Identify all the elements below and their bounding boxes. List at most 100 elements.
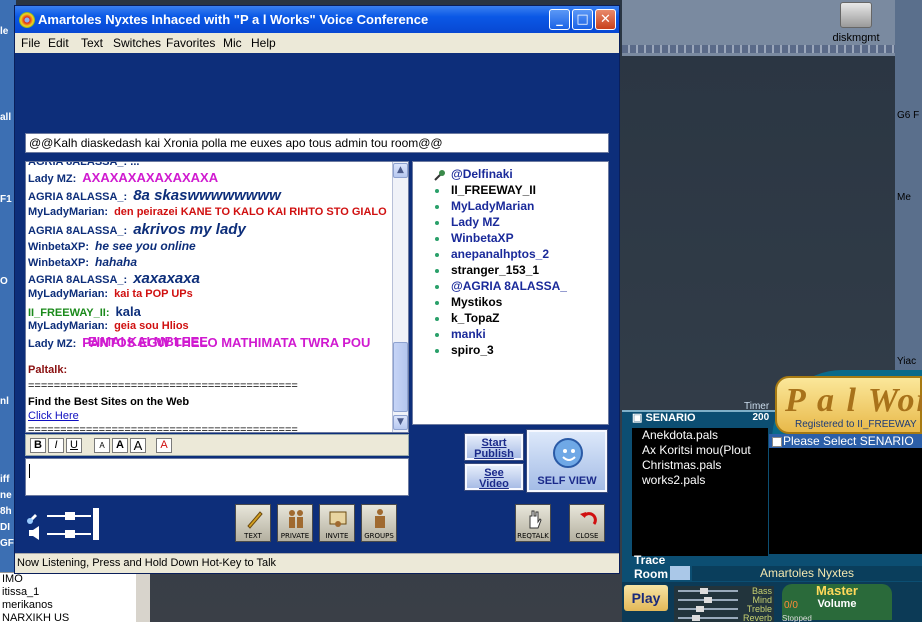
- senario-select-option[interactable]: Please Select SENARIO: [769, 434, 922, 448]
- groups-button[interactable]: GROUPS: [361, 504, 397, 542]
- user-list-item[interactable]: Lady MZ: [413, 214, 608, 230]
- font-large-button[interactable]: A: [130, 438, 146, 453]
- maximize-button[interactable]: □: [572, 9, 593, 30]
- user-name: Mystikos: [451, 295, 503, 309]
- user-list-item[interactable]: @Delfinaki: [413, 166, 608, 182]
- chat-message: MyLadyMarian: geia sou Hlios: [28, 320, 189, 332]
- invite-button-label: INVITE: [325, 532, 349, 540]
- font-small-button[interactable]: A: [94, 438, 110, 453]
- senario-select-list[interactable]: Please Select SENARIO: [769, 434, 922, 554]
- close-window-button[interactable]: ✕: [595, 9, 616, 30]
- mic-speaker-volume: [25, 506, 105, 542]
- chat-log[interactable]: AGRIA 8ALASSA_: ... Lady MZ: AXAXAXAXAXAXA…: [25, 161, 409, 433]
- chat-text: 8a skaswwwwwwww: [133, 187, 281, 204]
- chat-nick[interactable]: AGRIA 8ALASSA_:: [28, 225, 127, 237]
- click-here-link[interactable]: Click Here: [28, 410, 79, 422]
- background-list-scrollbar[interactable]: [136, 572, 150, 622]
- senario-file-item[interactable]: Anekdota.pals: [632, 428, 768, 443]
- chat-text: xaxaxaxa: [133, 270, 200, 287]
- close-room-button[interactable]: CLOSE: [569, 504, 605, 542]
- italic-button[interactable]: I: [48, 438, 64, 453]
- user-list-item[interactable]: MyLadyMarian: [413, 198, 608, 214]
- senario-file-list[interactable]: Anekdota.pals Ax Koritsi mou(Plout Chris…: [632, 428, 768, 556]
- menu-text[interactable]: Text: [81, 36, 103, 50]
- menu-file[interactable]: File: [21, 36, 40, 50]
- chat-nick[interactable]: Lady MZ:: [28, 338, 76, 350]
- chat-nick[interactable]: AGRIA 8ALASSA_:: [28, 191, 127, 203]
- chat-nick[interactable]: AGRIA 8ALASSA_:: [28, 274, 127, 286]
- chat-nick[interactable]: MyLadyMarian:: [28, 288, 108, 300]
- list-item[interactable]: IMO: [0, 573, 150, 586]
- start-publish-button[interactable]: Start Publish: [464, 433, 524, 461]
- volume-sliders[interactable]: [25, 506, 105, 542]
- equalizer-sliders[interactable]: Bass Mind Treble Reverb: [674, 586, 774, 622]
- room-color-box[interactable]: [670, 566, 690, 580]
- text-button[interactable]: TEXT: [235, 504, 271, 542]
- menu-edit[interactable]: Edit: [48, 36, 69, 50]
- user-list-item[interactable]: k_TopaZ: [413, 310, 608, 326]
- font-medium-button[interactable]: A: [112, 438, 128, 453]
- underline-button[interactable]: U: [66, 438, 82, 453]
- user-list-item[interactable]: @AGRIA 8ALASSA_: [413, 278, 608, 294]
- bold-button[interactable]: B: [30, 438, 46, 453]
- senario-label-text: SENARIO: [645, 412, 696, 424]
- scroll-down-button[interactable]: ▼: [393, 415, 408, 430]
- menu-favorites[interactable]: Favorites: [166, 36, 215, 50]
- user-list-item[interactable]: II_FREEWAY_II: [413, 182, 608, 198]
- desktop-label: G6 F: [897, 110, 920, 121]
- desktop-label: Yiac: [897, 356, 917, 367]
- list-item[interactable]: merikanos: [0, 599, 150, 612]
- minimize-button[interactable]: _: [549, 9, 570, 30]
- menu-switches[interactable]: Switches: [113, 36, 161, 50]
- text-color-button[interactable]: A: [156, 438, 172, 453]
- scroll-thumb[interactable]: [393, 342, 408, 412]
- user-name: WinbetaXP: [451, 231, 514, 245]
- diskmgmt-desktop-icon[interactable]: diskmgmt: [826, 2, 886, 44]
- chat-nick[interactable]: WinbetaXP:: [28, 257, 89, 269]
- user-name: k_TopaZ: [451, 311, 500, 325]
- groups-icon: [375, 509, 385, 528]
- list-item[interactable]: itissa_1: [0, 586, 150, 599]
- private-button[interactable]: PRIVATE: [277, 504, 313, 542]
- user-list[interactable]: @Delfinaki II_FREEWAY_II MyLadyMarian Lady …: [412, 161, 609, 425]
- chat-nick[interactable]: MyLadyMarian:: [28, 206, 108, 218]
- user-list-item[interactable]: anepanalhptos_2: [413, 246, 608, 262]
- user-status-dot: [435, 205, 439, 209]
- senario-file-item[interactable]: Christmas.pals: [632, 458, 768, 473]
- list-item[interactable]: NARXIKH US: [0, 612, 150, 622]
- chat-nick[interactable]: MyLadyMarian:: [28, 320, 108, 332]
- play-button[interactable]: Play: [624, 585, 668, 611]
- user-list-item[interactable]: Mystikos: [413, 294, 608, 310]
- user-list-item[interactable]: spiro_3: [413, 342, 608, 358]
- menu-mic[interactable]: Mic: [223, 36, 242, 50]
- user-status-dot: [435, 221, 439, 225]
- chat-message: AGRIA 8ALASSA_: xaxaxaxa: [28, 270, 200, 287]
- see-video-button[interactable]: See Video: [464, 463, 524, 491]
- user-list-item[interactable]: stranger_153_1: [413, 262, 608, 278]
- room-label: Room: [634, 567, 668, 581]
- message-input[interactable]: [25, 458, 409, 496]
- senario-file-item[interactable]: Ax Koritsi mou(Plout: [632, 443, 768, 458]
- scroll-up-button[interactable]: ▲: [393, 163, 408, 178]
- chat-scrollbar[interactable]: ▲ ▼: [392, 162, 408, 432]
- chat-nick[interactable]: II_FREEWAY_II:: [28, 307, 110, 319]
- menu-help[interactable]: Help: [251, 36, 276, 50]
- chat-nick[interactable]: WinbetaXP:: [28, 241, 89, 253]
- user-name: @AGRIA 8ALASSA_: [451, 279, 567, 293]
- headset-smiley-icon: [553, 438, 583, 468]
- self-view-label: SELF VIEW: [537, 475, 597, 487]
- user-name: @Delfinaki: [451, 167, 513, 181]
- chat-text: den peirazei KANE TO KALO KAI RIHTO STO …: [114, 206, 387, 218]
- chat-nick[interactable]: Lady MZ:: [28, 173, 76, 185]
- reqtalk-button[interactable]: REQTALK: [515, 504, 551, 542]
- senario-file-item[interactable]: works2.pals: [632, 473, 768, 488]
- user-list-item[interactable]: WinbetaXP: [413, 230, 608, 246]
- chat-message: AGRIA 8ALASSA_: akrivos my lady: [28, 221, 246, 238]
- user-list-item[interactable]: manki: [413, 326, 608, 342]
- title-bar[interactable]: Amartoles Nyxtes Inhaced with "P a l Wor…: [15, 6, 619, 33]
- trace-label: Trace: [634, 553, 666, 567]
- invite-button[interactable]: INVITE: [319, 504, 355, 542]
- chat-nick: Paltalk:: [28, 364, 68, 376]
- self-view-button[interactable]: SELF VIEW: [526, 429, 608, 493]
- user-name: anepanalhptos_2: [451, 247, 550, 261]
